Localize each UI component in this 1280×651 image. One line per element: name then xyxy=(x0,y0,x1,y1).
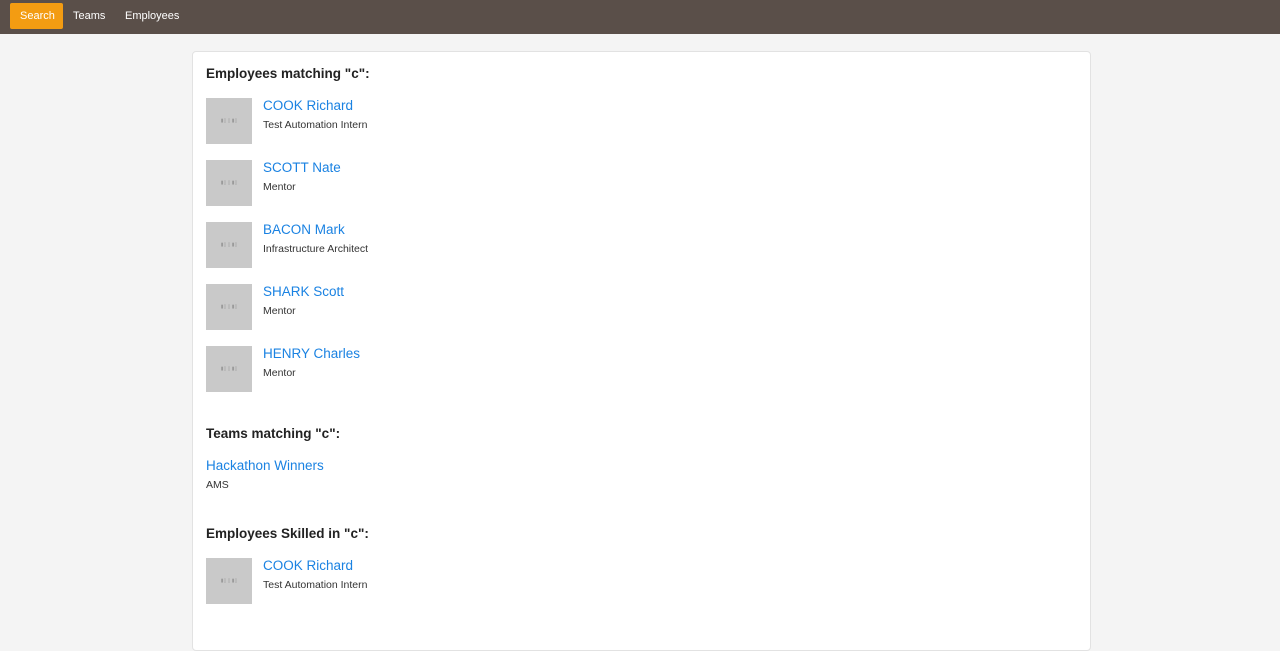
team-name-link[interactable]: Hackathon Winners xyxy=(206,458,324,473)
employee-avatar: ▮▯ ▯ ▮▯ xyxy=(206,222,252,268)
employees-section-title: Employees matching "c": xyxy=(206,66,370,81)
employee-avatar: ▮▯ ▯ ▮▯ xyxy=(206,558,252,604)
employee-name-link[interactable]: SCOTT Nate xyxy=(263,160,341,175)
image-placeholder-icon: ▮▯ ▯ ▮▯ xyxy=(220,578,238,584)
search-results-card: Employees matching "c": ▮▯ ▯ ▮▯ COOK Ric… xyxy=(192,51,1091,651)
image-placeholder-icon: ▮▯ ▯ ▮▯ xyxy=(220,242,238,248)
nav-search-button[interactable]: Search xyxy=(10,3,63,29)
employee-avatar: ▮▯ ▯ ▮▯ xyxy=(206,346,252,392)
employee-name-link[interactable]: COOK Richard xyxy=(263,98,353,113)
employee-avatar: ▮▯ ▯ ▮▯ xyxy=(206,98,252,144)
employee-name-link[interactable]: BACON Mark xyxy=(263,222,345,237)
image-placeholder-icon: ▮▯ ▯ ▮▯ xyxy=(220,304,238,310)
employee-role: Mentor xyxy=(263,367,296,379)
employee-name-link[interactable]: SHARK Scott xyxy=(263,284,344,299)
image-placeholder-icon: ▮▯ ▯ ▮▯ xyxy=(220,118,238,124)
employee-avatar: ▮▯ ▯ ▮▯ xyxy=(206,160,252,206)
teams-section-title: Teams matching "c": xyxy=(206,426,341,441)
employee-role: Test Automation Intern xyxy=(263,579,368,591)
employee-role: Mentor xyxy=(263,181,296,193)
nav-employees-link[interactable]: Employees xyxy=(125,3,179,29)
employee-role: Test Automation Intern xyxy=(263,119,368,131)
employee-name-link[interactable]: HENRY Charles xyxy=(263,346,360,361)
employee-avatar: ▮▯ ▯ ▮▯ xyxy=(206,284,252,330)
image-placeholder-icon: ▮▯ ▯ ▮▯ xyxy=(220,180,238,186)
employee-role: Infrastructure Architect xyxy=(263,243,369,255)
employee-role: Mentor xyxy=(263,305,296,317)
nav-teams-link[interactable]: Teams xyxy=(73,3,105,29)
employee-name-link[interactable]: COOK Richard xyxy=(263,558,353,573)
top-navbar: Search Teams Employees xyxy=(0,0,1280,34)
team-location: AMS xyxy=(206,479,229,491)
image-placeholder-icon: ▮▯ ▯ ▮▯ xyxy=(220,366,238,372)
skills-section-title: Employees Skilled in "c": xyxy=(206,526,369,541)
